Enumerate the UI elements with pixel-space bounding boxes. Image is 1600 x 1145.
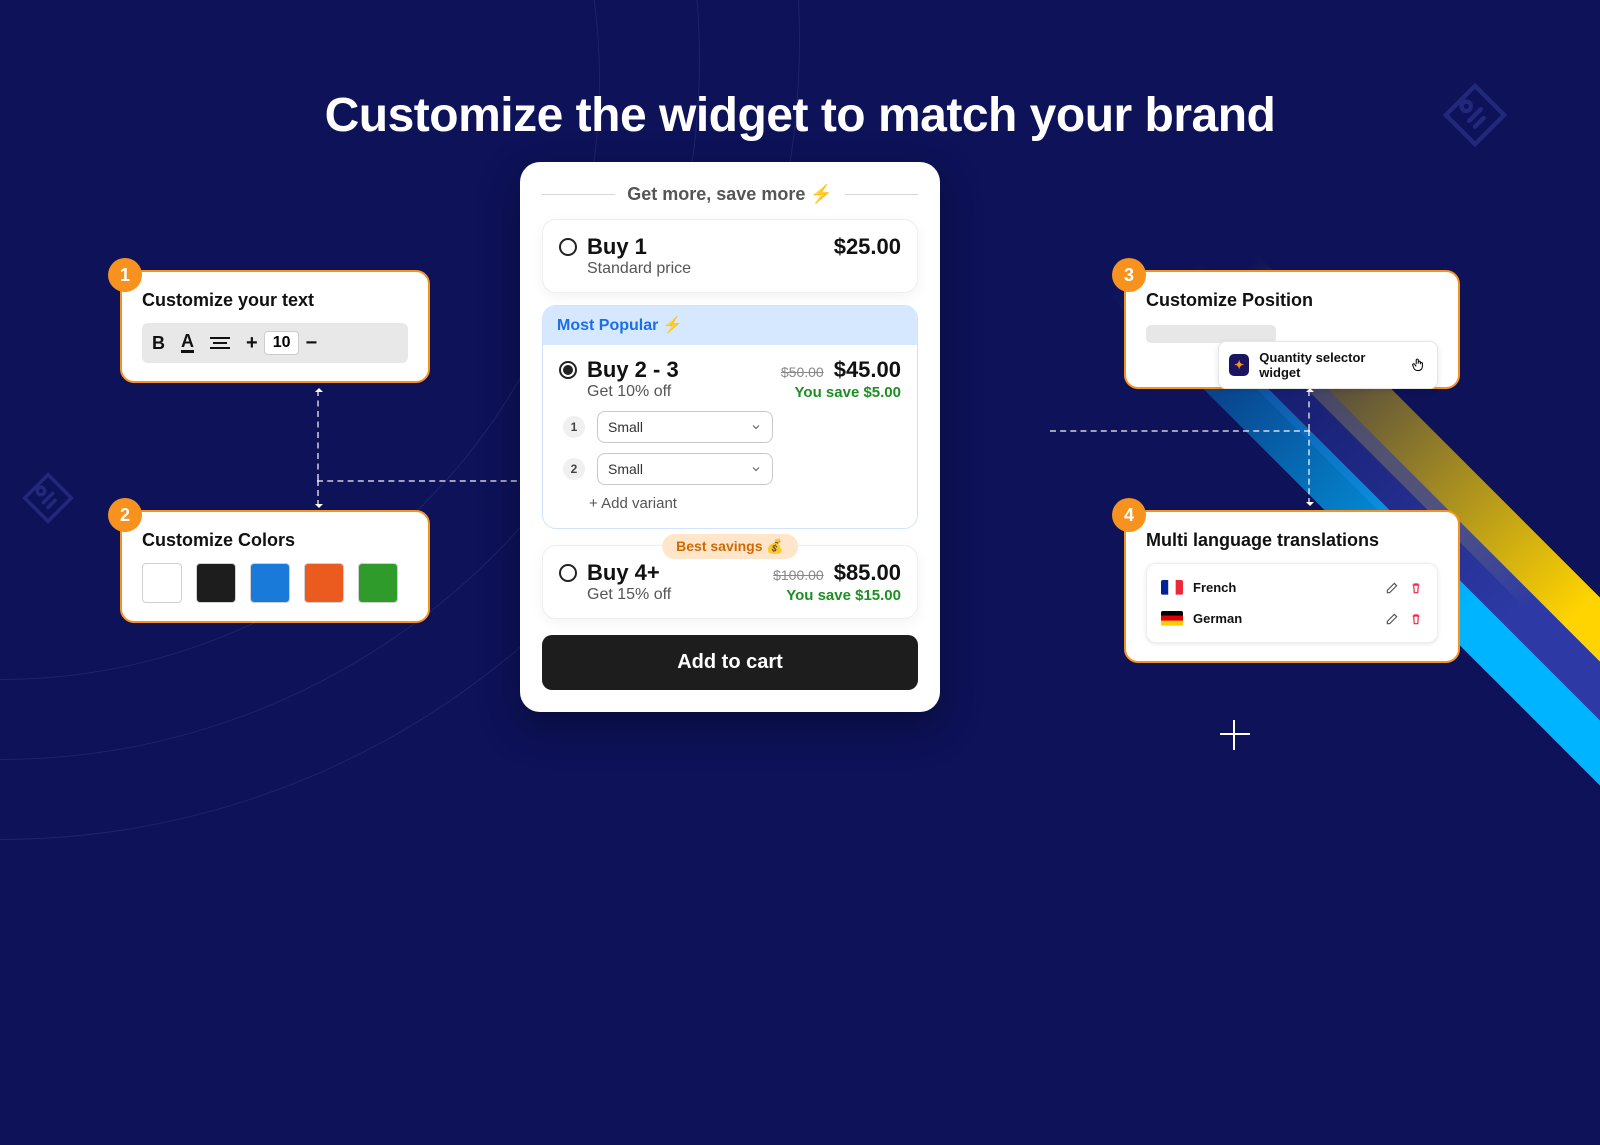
- language-name: French: [1193, 580, 1236, 595]
- connector: [317, 390, 319, 480]
- page-headline: Customize the widget to match your brand: [0, 88, 1600, 143]
- flag-icon: [1161, 580, 1183, 595]
- tier-savings: You save $15.00: [786, 587, 901, 604]
- best-savings-badge: Best savings 💰: [662, 534, 798, 559]
- callout-title: Customize your text: [142, 290, 408, 311]
- variant-select[interactable]: Small: [597, 453, 773, 485]
- radio-unchecked-icon[interactable]: [559, 564, 577, 582]
- callout-title: Multi language translations: [1146, 530, 1438, 551]
- connector: [1308, 390, 1310, 430]
- font-size-value[interactable]: 10: [264, 331, 300, 355]
- variant-row: 2 Small: [559, 453, 901, 485]
- flag-icon: [1161, 611, 1183, 626]
- widget-title: Get more, save more ⚡: [542, 184, 918, 205]
- add-variant-button[interactable]: + Add variant: [559, 485, 901, 514]
- add-to-cart-button[interactable]: Add to cart: [542, 635, 918, 690]
- variant-index: 1: [563, 416, 585, 438]
- color-swatch[interactable]: [304, 563, 344, 603]
- color-swatch[interactable]: [196, 563, 236, 603]
- language-list: French German: [1146, 563, 1438, 643]
- tier-option-popular[interactable]: Most Popular ⚡ Buy 2 - 3 $50.00 $45.00 Ge…: [542, 305, 918, 529]
- tier-title: Buy 1: [587, 234, 647, 260]
- decrease-button[interactable]: +: [246, 332, 258, 355]
- bold-button[interactable]: B: [152, 333, 165, 354]
- connector: [317, 480, 527, 482]
- color-swatch[interactable]: [358, 563, 398, 603]
- color-swatches: [142, 563, 408, 603]
- edit-icon[interactable]: [1385, 581, 1399, 595]
- callout-number: 4: [1112, 498, 1146, 532]
- chip-label: Quantity selector widget: [1259, 350, 1398, 380]
- connector: [1308, 430, 1310, 504]
- chevron-down-icon: [750, 421, 762, 433]
- crosshair-icon: [1220, 720, 1250, 750]
- callout-customize-position: 3 Customize Position ✦ Quantity selector…: [1124, 270, 1460, 389]
- chevron-down-icon: [750, 463, 762, 475]
- app-logo-icon: ✦: [1229, 354, 1249, 376]
- variant-row: 1 Small: [559, 411, 901, 443]
- tier-title: Buy 4+: [587, 560, 660, 586]
- tier-title: Buy 2 - 3: [587, 357, 679, 383]
- connector: [317, 480, 319, 506]
- tier-price: $85.00: [834, 560, 901, 585]
- color-swatch[interactable]: [250, 563, 290, 603]
- callout-title: Customize Colors: [142, 530, 408, 551]
- language-name: German: [1193, 611, 1242, 626]
- callout-number: 1: [108, 258, 142, 292]
- language-row: German: [1159, 603, 1425, 634]
- increase-button[interactable]: −: [305, 332, 317, 355]
- callout-number: 3: [1112, 258, 1146, 292]
- callout-customize-text: 1 Customize your text B A + 10 −: [120, 270, 430, 383]
- tier-subtitle: Standard price: [587, 260, 691, 278]
- position-preview: ✦ Quantity selector widget: [1146, 323, 1438, 369]
- tier-price: $25.00: [834, 234, 901, 260]
- language-row: French: [1159, 572, 1425, 603]
- callout-translations: 4 Multi language translations French Ger…: [1124, 510, 1460, 663]
- hand-cursor-icon: [1410, 356, 1427, 374]
- connector: [1050, 430, 1310, 432]
- radio-unchecked-icon[interactable]: [559, 238, 577, 256]
- tier-option[interactable]: Buy 1 $25.00 Standard price: [542, 219, 918, 293]
- tier-strike-price: $50.00: [781, 364, 824, 380]
- delete-icon[interactable]: [1409, 581, 1423, 595]
- variant-index: 2: [563, 458, 585, 480]
- tier-strike-price: $100.00: [773, 567, 824, 583]
- delete-icon[interactable]: [1409, 612, 1423, 626]
- color-swatch[interactable]: [142, 563, 182, 603]
- callout-number: 2: [108, 498, 142, 532]
- quantity-selector-chip[interactable]: ✦ Quantity selector widget: [1218, 341, 1438, 389]
- pricing-widget: Get more, save more ⚡ Buy 1 $25.00 Stand…: [520, 162, 940, 712]
- font-color-button[interactable]: A: [181, 333, 194, 353]
- most-popular-banner: Most Popular ⚡: [543, 305, 917, 345]
- price-tag-icon: [20, 470, 76, 526]
- font-size-stepper: + 10 −: [246, 331, 317, 355]
- edit-icon[interactable]: [1385, 612, 1399, 626]
- text-toolbar: B A + 10 −: [142, 323, 408, 363]
- radio-checked-icon[interactable]: [559, 361, 577, 379]
- tier-subtitle: Get 15% off: [587, 586, 671, 604]
- tier-price: $45.00: [834, 357, 901, 382]
- variant-select[interactable]: Small: [597, 411, 773, 443]
- tier-subtitle: Get 10% off: [587, 383, 671, 401]
- callout-title: Customize Position: [1146, 290, 1438, 311]
- tier-option[interactable]: Best savings 💰 Buy 4+ $100.00$85.00 Get …: [542, 545, 918, 619]
- align-center-button[interactable]: [210, 337, 230, 349]
- tier-savings: You save $5.00: [795, 384, 901, 401]
- callout-customize-colors: 2 Customize Colors: [120, 510, 430, 623]
